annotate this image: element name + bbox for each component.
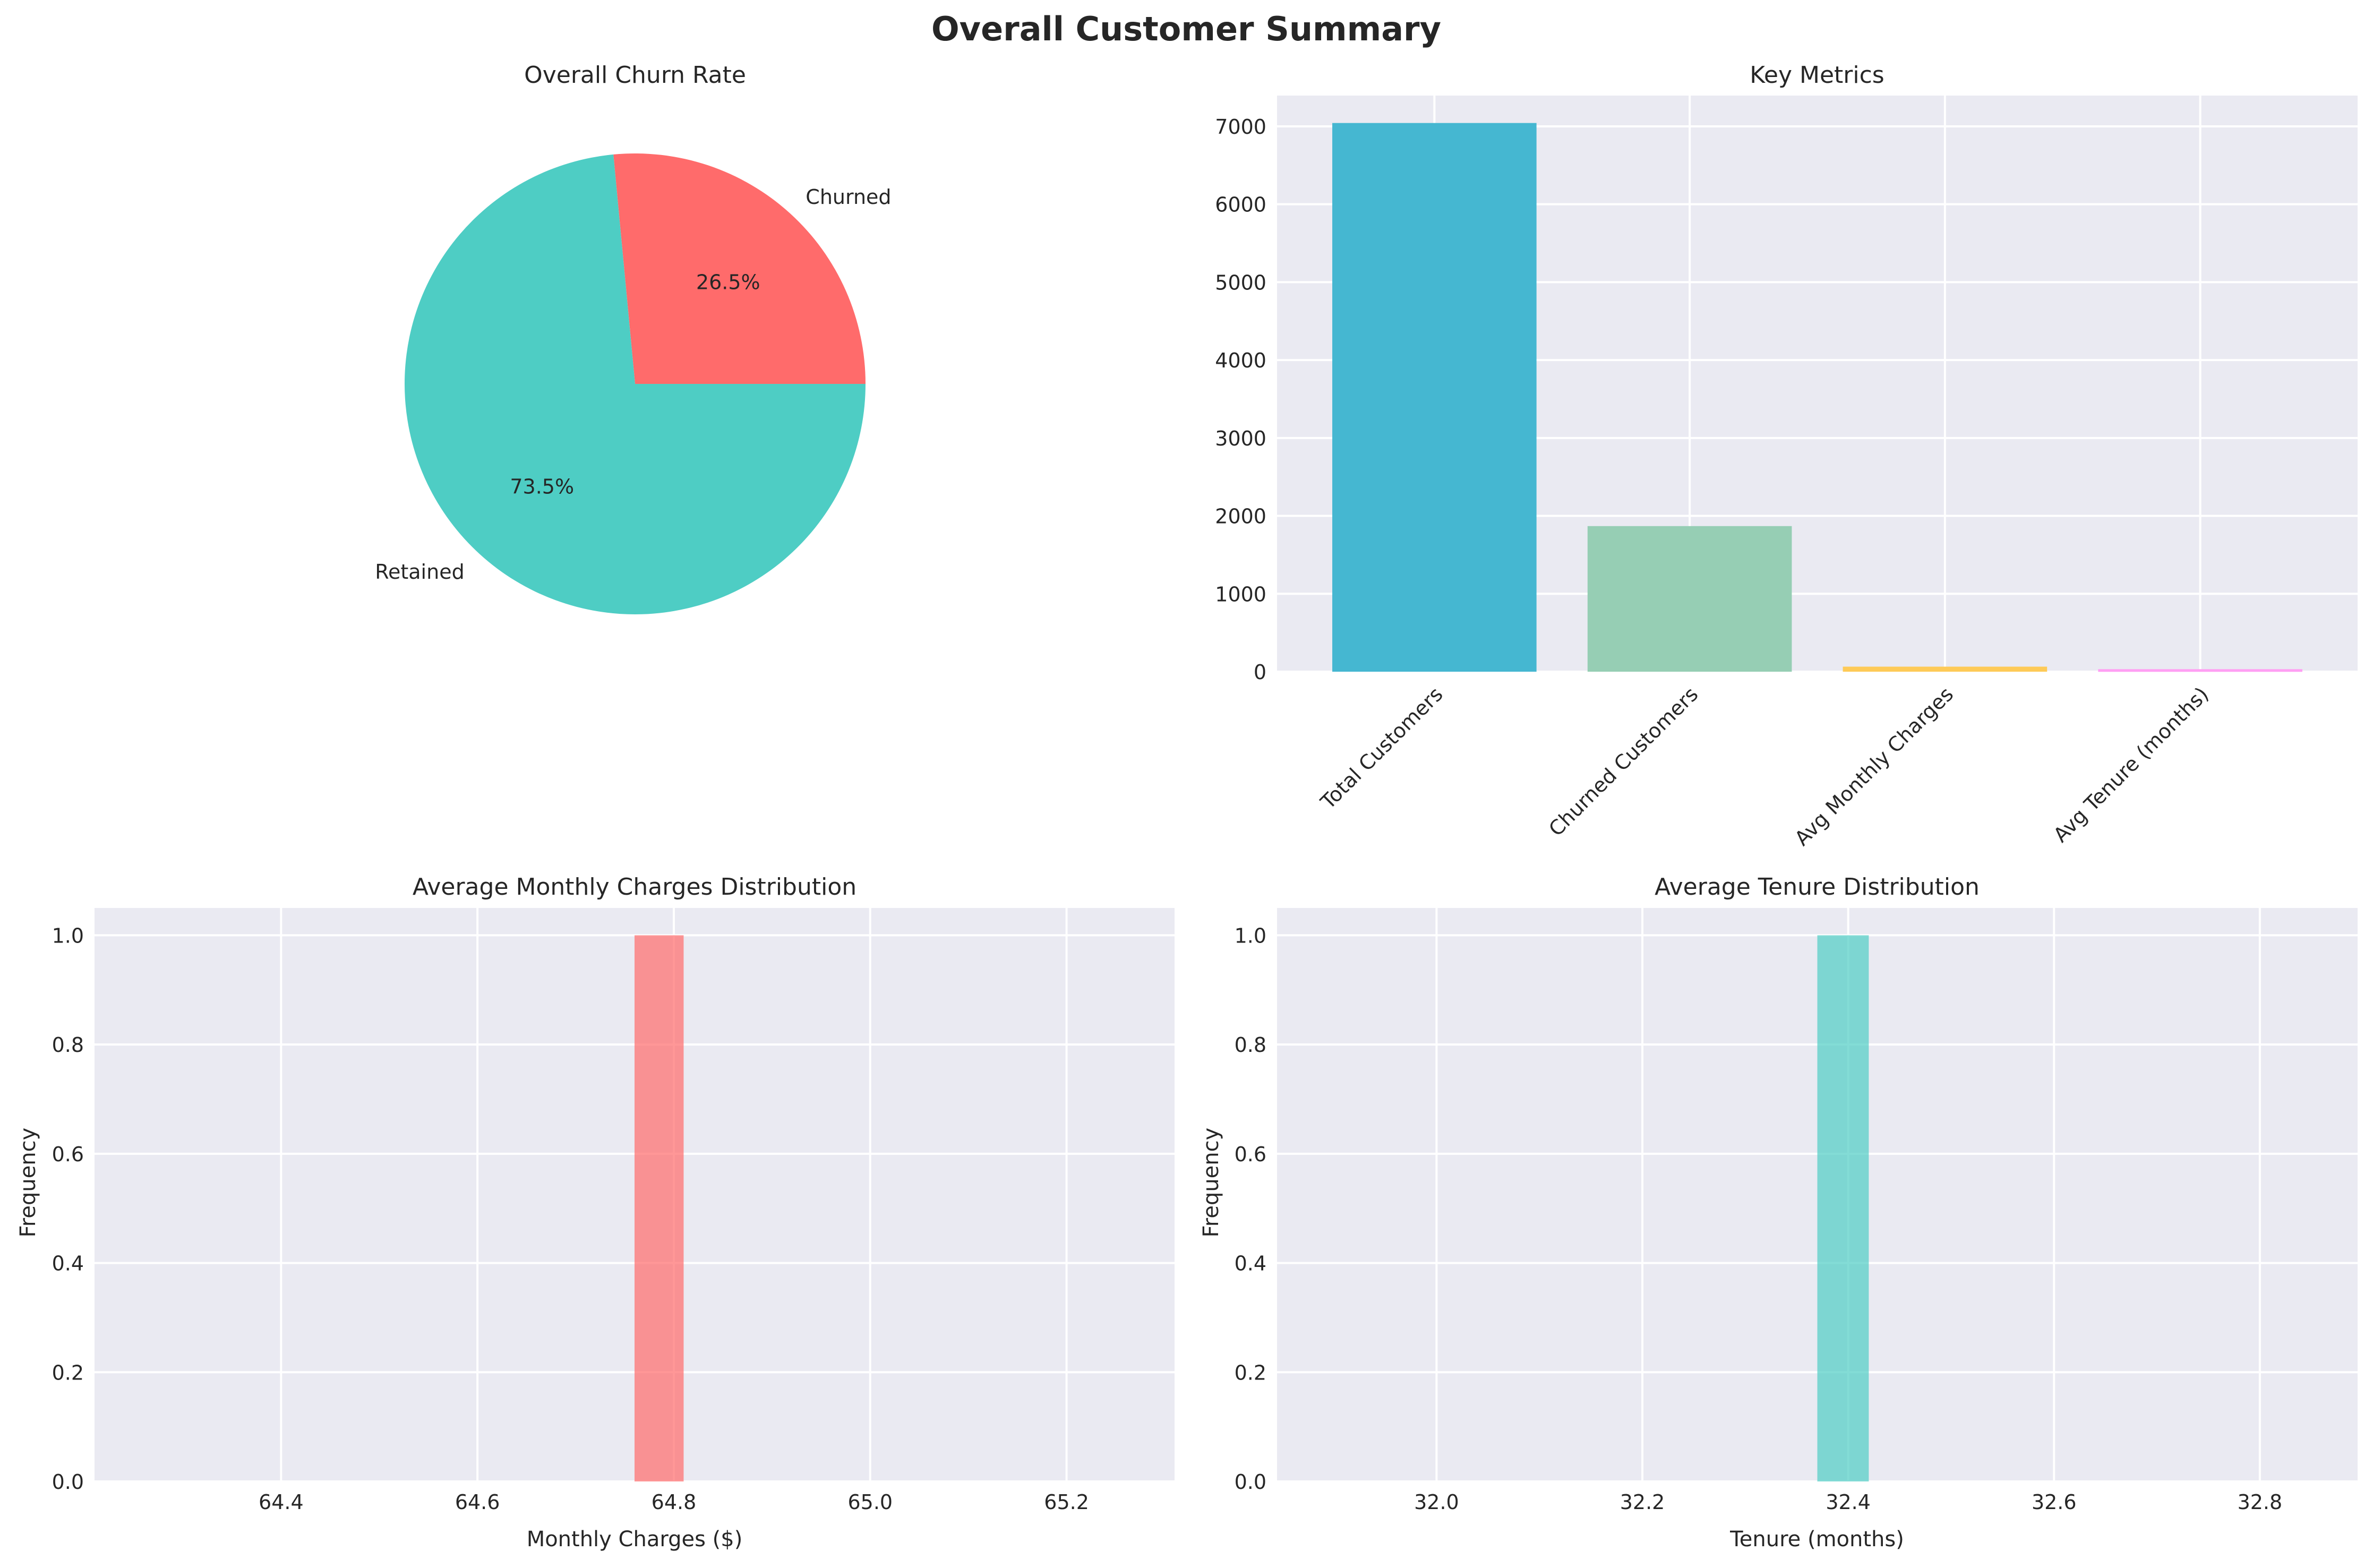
hist-bar	[635, 935, 684, 1481]
hist-ytick-label: 0.6	[52, 1143, 84, 1166]
churn-rate-pie-chart: Overall Churn Rate Churned 26.5% Retained 7…	[375, 62, 892, 614]
metrics-title: Key Metrics	[1750, 62, 1884, 89]
hist-xtick-label: 64.4	[259, 1490, 304, 1514]
hist-xtick-label: 32.2	[1620, 1490, 1665, 1514]
metrics-ytick-label: 2000	[1215, 505, 1266, 528]
metrics-xtick-label: Total Customers	[1316, 682, 1447, 814]
summary-figure: Overall Customer Summary Overall Churn R…	[16, 10, 2358, 1552]
hist-ytick-label: 1.0	[1235, 924, 1266, 947]
metrics-ytick-label: 0	[1254, 661, 1266, 684]
hist-xtick-label: 65.2	[1044, 1490, 1089, 1514]
charges-ylabel: Frequency	[16, 1128, 40, 1238]
metrics-xtick-label: Avg Tenure (months)	[2049, 682, 2213, 847]
hist-xtick-label: 64.8	[652, 1490, 697, 1514]
hist-ytick-label: 1.0	[52, 924, 84, 947]
pie-pct-churned: 26.5%	[696, 270, 760, 294]
metrics-ytick-label: 3000	[1215, 427, 1266, 450]
hist-ytick-label: 0.0	[52, 1470, 84, 1494]
hist-ytick-label: 0.8	[1235, 1033, 1266, 1057]
metrics-ytick-label: 1000	[1215, 582, 1266, 606]
pie-pct-retained: 73.5%	[510, 475, 574, 499]
hist-ytick-label: 0.2	[1235, 1361, 1266, 1384]
key-metrics-bar-chart: Key Metrics 0 1000 2000 3000 4000 5000 6000 700…	[1215, 62, 2358, 850]
pie-label-retained: Retained	[375, 560, 464, 584]
hist-xtick-label: 32.8	[2238, 1490, 2283, 1514]
metrics-ytick-label: 7000	[1215, 115, 1266, 139]
metrics-ytick-label: 6000	[1215, 193, 1266, 217]
metrics-bar-avg-monthly-charges	[1843, 666, 2048, 672]
monthly-charges-histogram: Average Monthly Charges Distribution Mon…	[16, 873, 1175, 1552]
metrics-bar-total-customers	[1332, 123, 1537, 672]
metrics-xtick-label: Churned Customers	[1544, 682, 1702, 841]
metrics-bar-churned-customers	[1587, 526, 1792, 672]
metrics-bar-avg-tenure-months	[2098, 669, 2302, 672]
hist-xtick-label: 32.4	[1826, 1490, 1871, 1514]
charges-xlabel: Monthly Charges ($)	[527, 1527, 743, 1552]
charges-title: Average Monthly Charges Distribution	[413, 873, 856, 901]
hist-ytick-label: 0.4	[52, 1252, 84, 1275]
hist-bar	[1817, 935, 1869, 1481]
hist-ytick-label: 0.6	[1235, 1143, 1266, 1166]
hist-xtick-label: 65.0	[847, 1490, 893, 1514]
pie-title: Overall Churn Rate	[524, 62, 746, 89]
hist-ytick-label: 0.0	[1235, 1470, 1266, 1494]
pie-label-churned: Churned	[806, 185, 891, 209]
tenure-xlabel: Tenure (months)	[1729, 1527, 1904, 1552]
hist-ytick-label: 0.2	[52, 1361, 84, 1384]
tenure-histogram: Average Tenure Distribution Tenure (mont…	[1199, 873, 2358, 1552]
hist-ytick-label: 0.8	[52, 1033, 84, 1057]
metrics-ytick-label: 5000	[1215, 271, 1266, 294]
tenure-title: Average Tenure Distribution	[1655, 873, 1980, 901]
hist-xtick-label: 32.6	[2032, 1490, 2077, 1514]
metrics-xtick-label: Avg Monthly Charges	[1790, 682, 1958, 850]
metrics-ytick-label: 4000	[1215, 349, 1266, 372]
hist-xtick-label: 32.0	[1414, 1490, 1459, 1514]
tenure-ylabel: Frequency	[1199, 1128, 1223, 1238]
hist-xtick-label: 64.6	[455, 1490, 500, 1514]
hist-ytick-label: 0.4	[1235, 1252, 1266, 1275]
figure-title: Overall Customer Summary	[931, 10, 1441, 48]
